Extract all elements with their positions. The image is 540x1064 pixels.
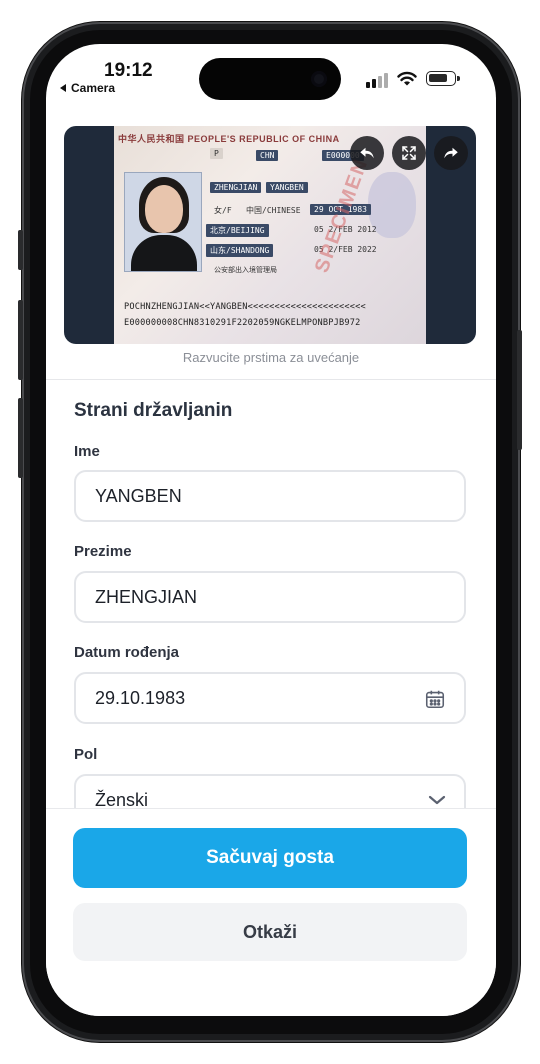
share-icon[interactable] — [434, 136, 468, 170]
status-time: 19:12 — [104, 60, 153, 81]
passport-mrz-line2: E000000008CHN8310291F2202059NGKELMPONBPJ… — [124, 318, 361, 328]
dynamic-island — [199, 58, 341, 100]
passport-authority: 公安部出入境管理局 — [214, 266, 277, 274]
birth-date-value: 29.10.1983 — [95, 688, 186, 708]
back-to-camera-link[interactable]: Camera — [60, 81, 115, 95]
last-name-label: Prezime — [74, 543, 132, 560]
passport-nationality: 中国/CHINESE — [246, 206, 301, 215]
passport-header: 中华人民共和国 PEOPLE'S REPUBLIC OF CHINA — [118, 134, 340, 144]
last-name-input[interactable]: ZHENGJIAN — [74, 571, 466, 623]
volume-up-button — [18, 300, 23, 380]
calendar-icon[interactable] — [424, 688, 446, 710]
wifi-icon — [397, 71, 417, 86]
footer-divider — [46, 808, 496, 809]
power-button — [517, 330, 522, 450]
back-label: Camera — [71, 81, 116, 95]
birth-date-input[interactable]: 29.10.1983 — [74, 672, 466, 724]
app-screen: 19:12 Camera 中华人民共和国 PEOPLE'S REPUBLIC O… — [46, 44, 496, 1016]
passport-country: CHN — [256, 150, 279, 161]
passport-given-name: YANGBEN — [266, 182, 308, 193]
passport-birth-place: 北京/BEIJING — [206, 224, 269, 237]
divider — [46, 379, 496, 380]
passport-sex: 女/F — [214, 206, 232, 215]
signal-icon — [366, 72, 392, 88]
save-guest-button[interactable]: Sačuvaj gosta — [73, 828, 467, 888]
passport-mrz-line1: POCHNZHENGJIAN<<YANGBEN<<<<<<<<<<<<<<<<<… — [124, 302, 366, 312]
front-camera — [311, 71, 327, 87]
passport-issue-place: 山东/SHANDONG — [206, 244, 274, 257]
passport-photo — [124, 172, 202, 272]
back-arrow-icon — [60, 84, 66, 92]
cancel-button[interactable]: Otkaži — [73, 903, 467, 961]
zoom-hint: Razvucite prstima za uvećanje — [182, 350, 360, 365]
section-title: Strani državljanin — [74, 400, 233, 421]
fullscreen-icon[interactable] — [392, 136, 426, 170]
passport-specimen-watermark: SPECIMEN — [310, 154, 373, 276]
gender-label: Pol — [74, 746, 98, 763]
gender-value: Ženski — [95, 790, 149, 810]
undo-icon[interactable] — [350, 136, 384, 170]
volume-down-button — [18, 398, 23, 478]
passport-type: P — [210, 148, 223, 159]
birth-date-label: Datum rođenja — [74, 644, 180, 661]
status-bar: 19:12 Camera — [46, 44, 496, 118]
chevron-down-icon — [428, 795, 446, 805]
first-name-input[interactable]: YANGBEN — [74, 470, 466, 522]
passport-surname: ZHENGJIAN — [210, 182, 262, 193]
first-name-label: Ime — [74, 443, 100, 460]
battery-icon — [426, 71, 460, 86]
action-button — [18, 230, 23, 270]
passport-image-viewer[interactable]: 中华人民共和国 PEOPLE'S REPUBLIC OF CHINA P CHN… — [64, 126, 476, 344]
